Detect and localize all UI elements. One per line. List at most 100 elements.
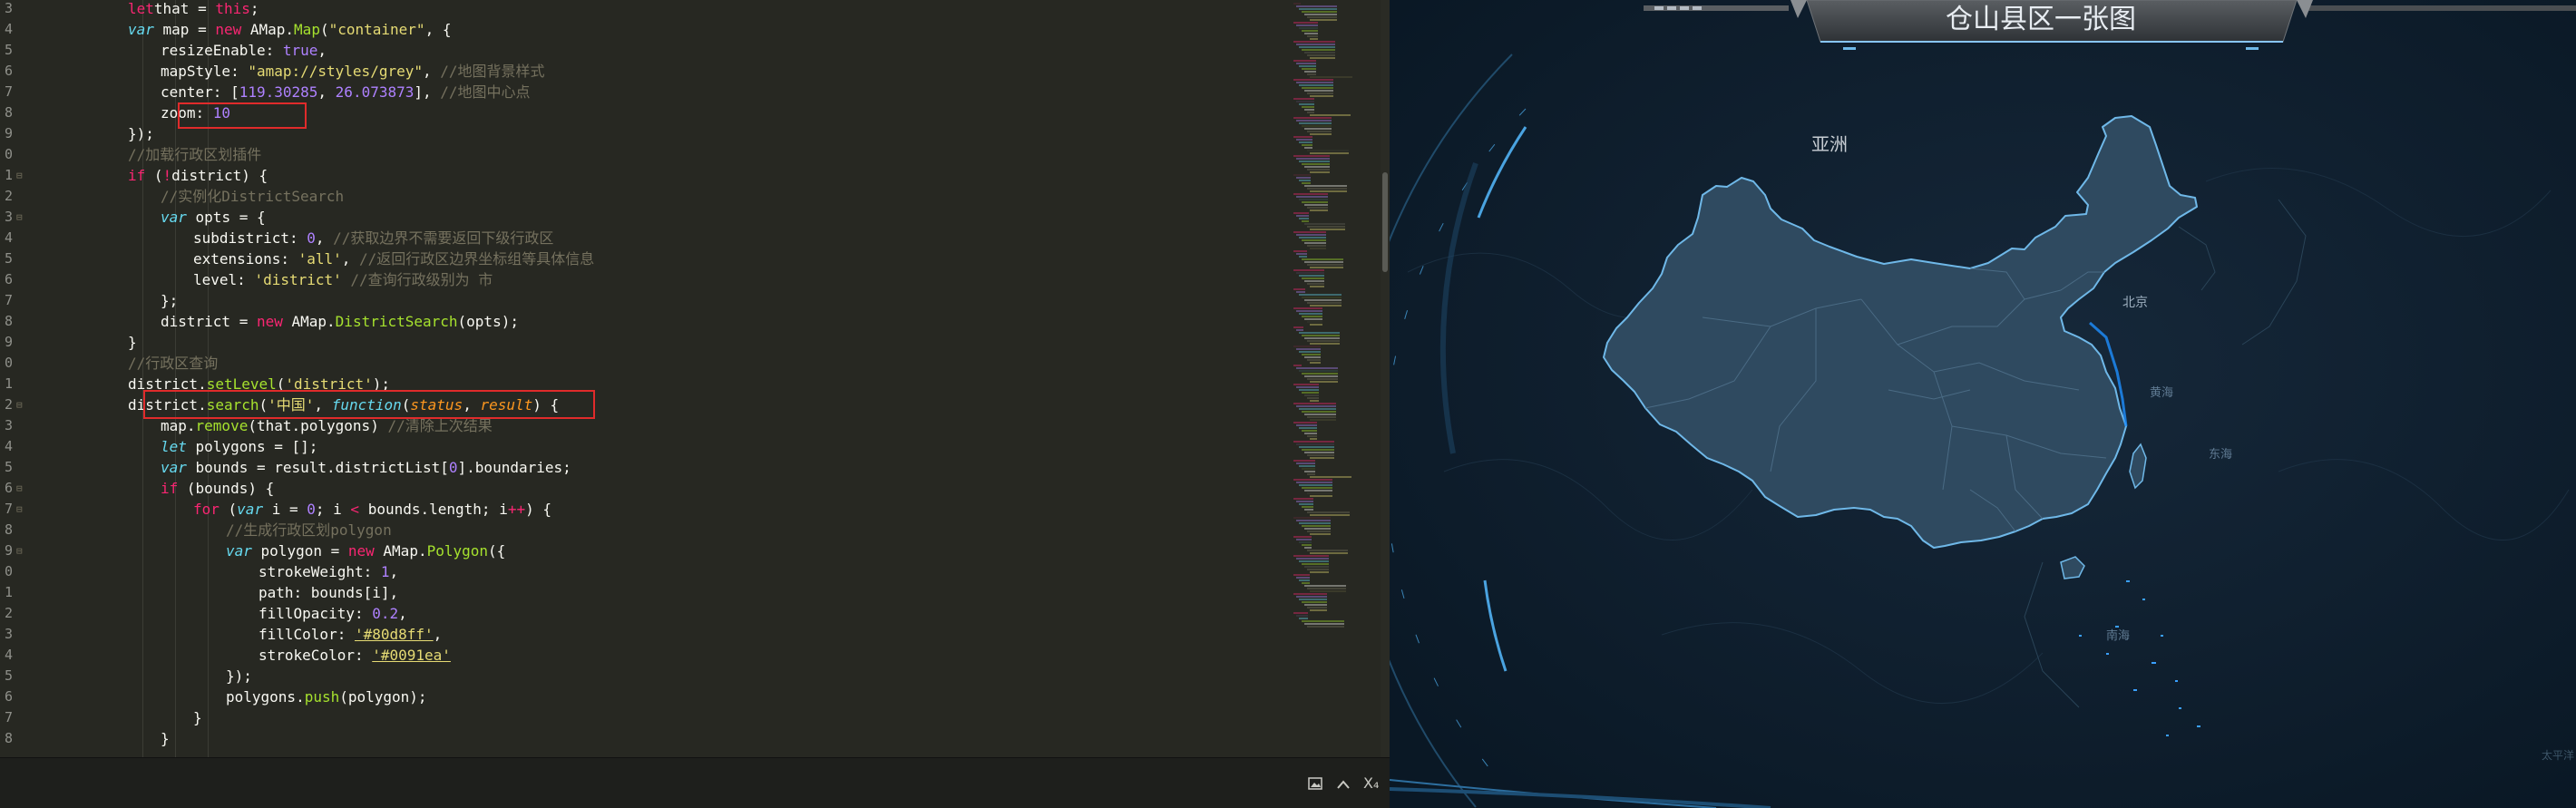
code-token: new	[347, 542, 375, 560]
fold-toggle-icon[interactable]: ⊟	[16, 394, 23, 415]
code-line[interactable]: fillColor: '#80d8ff',	[259, 624, 442, 645]
code-line[interactable]: mapStyle: "amap://styles/grey", //地图背景样式	[161, 61, 545, 82]
code-token: path: bounds[i],	[259, 584, 399, 601]
minimap[interactable]	[1290, 0, 1381, 757]
code-token: ;	[249, 0, 259, 17]
fold-toggle-icon[interactable]: ⊟	[16, 207, 23, 228]
code-line[interactable]: });	[128, 123, 154, 144]
code-token: strokeWeight:	[259, 563, 381, 580]
code-token: this	[215, 0, 250, 17]
code-line[interactable]: //行政区查询	[128, 353, 218, 374]
line-number: 7	[4, 709, 13, 725]
code-line[interactable]: var bounds = result.districtList[0].boun…	[161, 457, 571, 478]
code-token: DistrictSearch	[335, 313, 458, 330]
code-line[interactable]: extensions: 'all', //返回行政区边界坐标组等具体信息	[193, 248, 594, 269]
code-line[interactable]: center: [119.30285, 26.073873], //地图中心点	[161, 82, 531, 102]
status-label[interactable]: X₄	[1363, 774, 1379, 792]
line-number: 0	[4, 563, 13, 579]
code-token: //地图背景样式	[440, 63, 545, 80]
code-line[interactable]: for (var i = 0; i < bounds.length; i++) …	[193, 499, 551, 520]
code-line[interactable]: var map = new AMap.Map("container", {	[128, 19, 451, 40]
code-token: bounds = result.districtList[	[186, 459, 449, 476]
code-token: Polygon	[426, 542, 489, 560]
chevron-up-icon[interactable]	[1336, 776, 1351, 793]
code-token: var	[161, 209, 187, 226]
line-number: 1	[4, 375, 13, 392]
code-token: //返回行政区边界坐标组等具体信息	[359, 250, 595, 268]
code-line[interactable]: district = new AMap.DistrictSearch(opts)…	[161, 311, 519, 332]
code-line[interactable]: }	[161, 728, 170, 749]
code-token: (opts);	[457, 313, 519, 330]
code-line[interactable]: var opts = {	[161, 207, 266, 228]
code-token: true	[282, 42, 318, 59]
line-number: 0	[4, 355, 13, 371]
vertical-scrollbar[interactable]	[1381, 0, 1390, 757]
line-number-gutter: 3 4 5 6 7 8 9 0 1 ⊟ 2 3 ⊟ 4 5 6 7 8 9 0 1 2 ⊟ 3 4 5 6 ⊟ 7 ⊟ 8 9 ⊟ 0 1 2 3 4 5 6…	[0, 0, 27, 757]
code-line[interactable]: };	[161, 290, 178, 311]
code-line[interactable]: }	[128, 332, 137, 353]
code-token: var	[161, 459, 187, 476]
line-number: 4	[4, 438, 13, 454]
code-line[interactable]: strokeWeight: 1,	[259, 561, 398, 582]
line-number: 9	[4, 542, 13, 559]
code-line[interactable]: if (!district) {	[128, 165, 268, 186]
code-token: ],	[414, 83, 441, 101]
code-token: for	[193, 501, 220, 518]
code-token: 0	[448, 459, 458, 476]
code-token: (that.polygons)	[248, 417, 388, 434]
map-panel[interactable]: 仓山县区一张图 亚洲 北京 黄海 东海 南海 太平洋	[1390, 0, 2576, 808]
fold-toggle-icon[interactable]: ⊟	[16, 499, 23, 520]
line-number: 3	[4, 209, 13, 225]
line-number: 9	[4, 334, 13, 350]
line-number: 0	[4, 146, 13, 162]
code-line[interactable]: fillOpacity: 0.2,	[259, 603, 407, 624]
code-token: polygons.	[226, 688, 305, 706]
code-line[interactable]: resizeEnable: true,	[161, 40, 327, 61]
code-token: (	[145, 167, 163, 184]
code-token: //地图中心点	[440, 83, 531, 101]
scroll-thumb[interactable]	[1382, 172, 1388, 272]
code-line[interactable]: polygons.push(polygon);	[226, 686, 427, 707]
fold-toggle-icon[interactable]: ⊟	[16, 478, 23, 499]
label-beijing: 北京	[2122, 296, 2148, 310]
code-line[interactable]: var polygon = new AMap.Polygon({	[226, 540, 505, 561]
code-line[interactable]: letthat = this;	[128, 0, 259, 19]
code-line[interactable]: //实例化DistrictSearch	[161, 186, 344, 207]
map-canvas[interactable]	[1390, 0, 2576, 808]
code-token: }	[128, 334, 137, 351]
code-token: });	[226, 667, 252, 685]
line-number: 2	[4, 188, 13, 204]
label-yellow-sea: 黄海	[2150, 386, 2174, 400]
image-icon[interactable]	[1308, 776, 1322, 793]
code-line[interactable]: path: bounds[i],	[259, 582, 398, 603]
code-token: new	[256, 313, 283, 330]
code-line[interactable]: level: 'district' //查询行政级别为 市	[193, 269, 493, 290]
code-token: 119.30285	[239, 83, 318, 101]
code-line[interactable]: //加载行政区划插件	[128, 144, 261, 165]
code-line[interactable]: subdistrict: 0, //获取边界不需要返回下级行政区	[193, 228, 553, 248]
code-token: 0	[307, 501, 316, 518]
code-line[interactable]: });	[226, 666, 252, 686]
line-number: 1	[4, 584, 13, 600]
code-token: //获取边界不需要返回下级行政区	[333, 229, 554, 247]
code-editor[interactable]: 3 4 5 6 7 8 9 0 1 ⊟ 2 3 ⊟ 4 5 6 7 8 9 0 1 2 ⊟ 3 4 5 6 ⊟ 7 ⊟ 8 9 ⊟ 0 1 2 3 4 5 6…	[0, 0, 1390, 808]
code-line[interactable]: }	[193, 707, 202, 728]
code-line[interactable]: //生成行政区划polygon	[226, 520, 392, 540]
status-bar: X₄	[0, 757, 1390, 808]
minimap-preview[interactable]	[1290, 0, 1381, 757]
label-south-sea: 南海	[2106, 629, 2131, 643]
code-token: level:	[193, 271, 255, 288]
fold-toggle-icon[interactable]: ⊟	[16, 165, 23, 186]
code-token: map.	[161, 417, 196, 434]
code-line[interactable]: let polygons = [];	[161, 436, 317, 457]
code-line[interactable]: strokeColor: '#0091ea'	[259, 645, 451, 666]
label-pacific: 太平洋	[2542, 749, 2575, 762]
line-number: 3	[4, 417, 13, 433]
code-token: 0.2	[372, 605, 399, 622]
code-line[interactable]: if (bounds) {	[161, 478, 274, 499]
fold-toggle-icon[interactable]: ⊟	[16, 540, 23, 561]
code-token: });	[128, 125, 154, 142]
code-token: ) {	[525, 501, 551, 518]
map-title: 仓山县区一张图	[1946, 4, 2136, 35]
